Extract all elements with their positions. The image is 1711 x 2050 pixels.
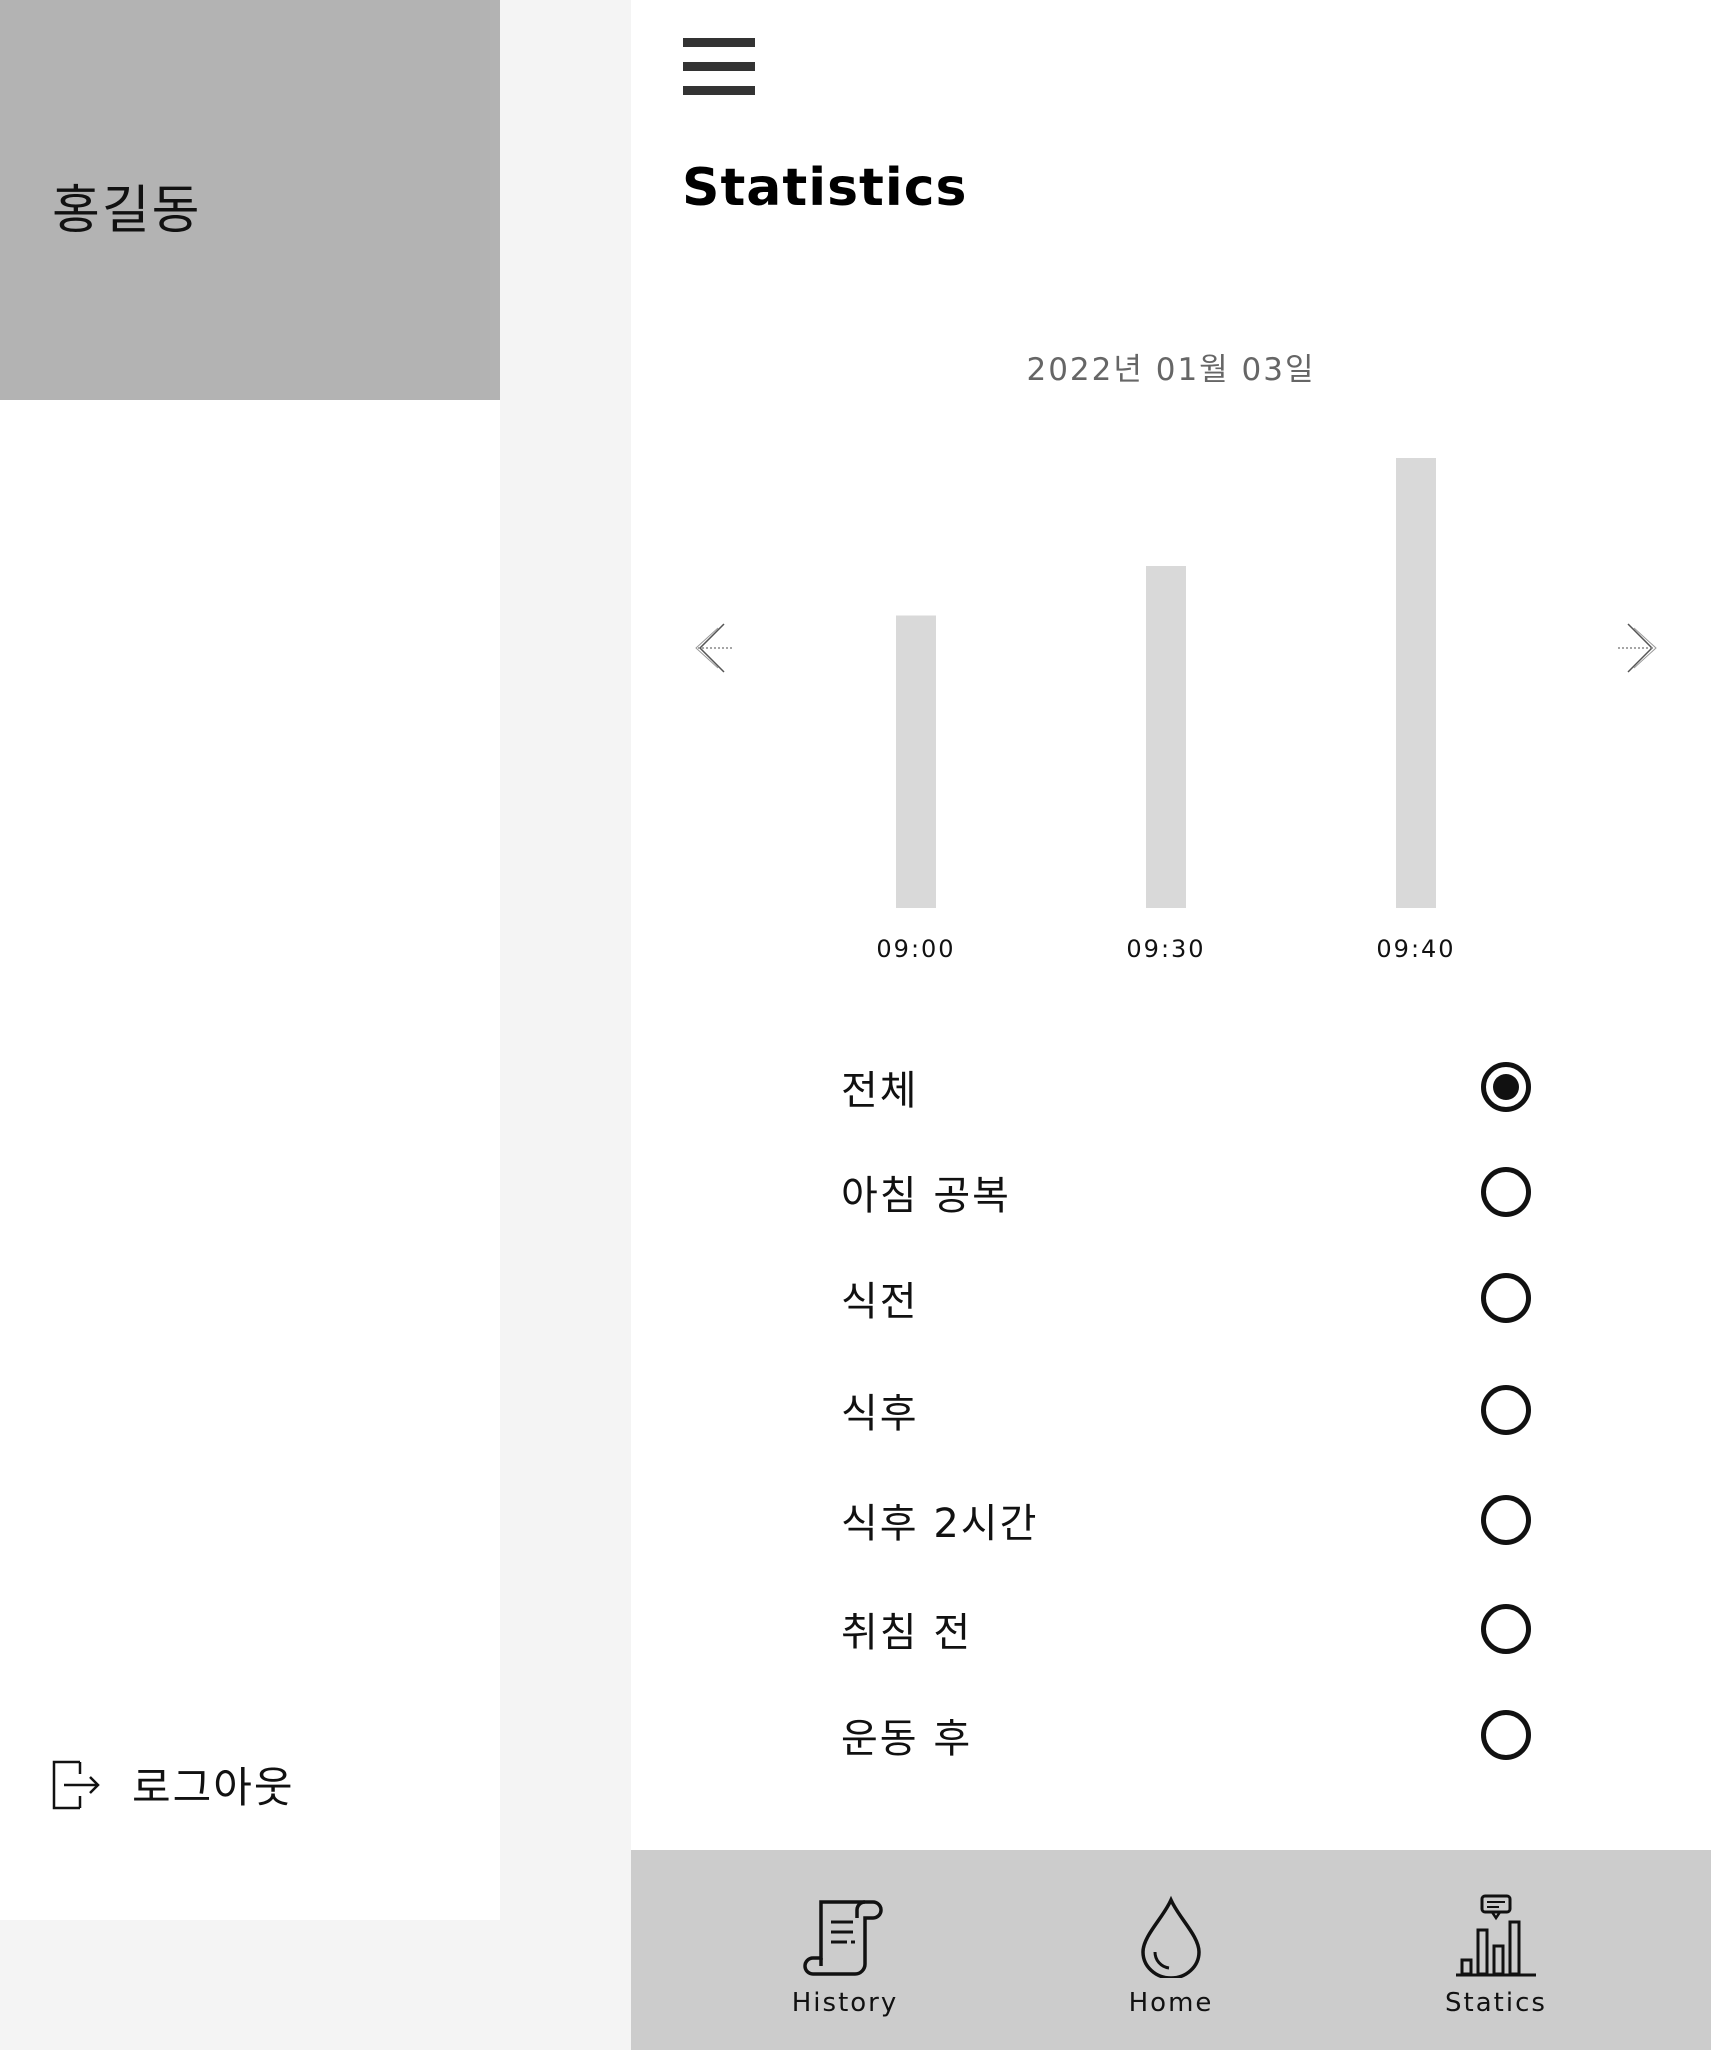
radio-button[interactable] [1481,1604,1531,1654]
bar-chart-icon [1456,1894,1536,1977]
chart-bar [1396,458,1436,908]
radio-button[interactable] [1481,1167,1531,1217]
bar-chart: 09:00 09:30 09:40 [876,458,1455,963]
option-row[interactable]: 취침 전 [841,1594,1531,1664]
tab-home[interactable]: Home [1071,1850,1271,2050]
page-title: Statistics [682,158,968,218]
tab-statics-label: Statics [1445,1988,1547,2018]
x-tick-label: 09:00 [876,935,955,963]
radio-button[interactable] [1481,1273,1531,1323]
radio-button[interactable] [1481,1385,1531,1435]
bottom-nav: History Home Statics [631,1850,1711,2050]
x-tick-label: 09:40 [1376,935,1455,963]
option-row[interactable]: 식후 [841,1375,1531,1445]
logout-button[interactable]: 로그아웃 [50,1754,295,1815]
option-row[interactable]: 아침 공복 [841,1157,1531,1227]
side-drawer: 홍길동 로그아웃 [0,0,500,1920]
tab-history-label: History [791,1988,899,2018]
tab-home-label: Home [1128,1988,1214,2018]
chart-date: 2022년 01월 03일 [1026,352,1316,388]
option-label: 식후 [841,1391,919,1437]
radio-button[interactable] [1481,1495,1531,1545]
water-drop-icon [1141,1895,1201,1978]
chart-bar [896,615,936,908]
option-row[interactable]: 식후 2시간 [841,1485,1531,1555]
option-label: 아침 공복 [841,1173,1011,1219]
radio-button[interactable] [1481,1062,1531,1112]
x-tick-label: 09:30 [1126,935,1205,963]
user-name: 홍길동 [52,181,202,241]
scroll-icon [803,1900,883,1976]
option-label: 전체 [841,1068,919,1114]
hamburger-menu-icon[interactable] [683,38,755,96]
chart-bar [1146,566,1186,908]
option-row[interactable]: 운동 후 [841,1700,1531,1770]
option-label: 운동 후 [841,1716,973,1762]
logout-label: 로그아웃 [132,1763,295,1812]
option-label: 식후 2시간 [841,1501,1039,1547]
option-row[interactable]: 전체 [841,1052,1531,1122]
option-label: 취침 전 [841,1610,973,1656]
drawer-header: 홍길동 [0,0,500,400]
main-panel: Statistics 2022년 01월 03일 09:00 09:30 09:40… [631,0,1711,2050]
option-row[interactable]: 식전 [841,1263,1531,1333]
logout-icon [52,1760,100,1809]
tab-statics[interactable]: Statics [1396,1850,1596,2050]
app-root: 홍길동 로그아웃 Statistics 2022년 01월 03일 09:00 … [0,0,1711,2050]
radio-button[interactable] [1481,1710,1531,1760]
tab-history[interactable]: History [745,1850,945,2050]
option-label: 식전 [841,1279,919,1325]
